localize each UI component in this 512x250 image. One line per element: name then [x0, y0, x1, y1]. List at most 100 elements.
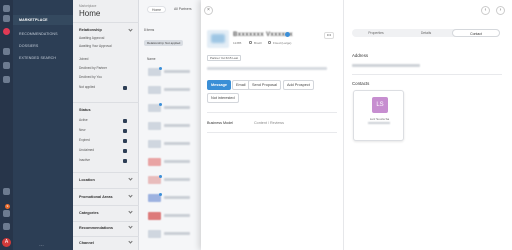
- menu-icon[interactable]: [3, 5, 10, 12]
- filter-section-categories[interactable]: Categories: [79, 211, 99, 215]
- filter-option[interactable]: Awaiting Approval: [79, 36, 123, 41]
- logo-icon[interactable]: [3, 28, 10, 35]
- filter-section-recommendations[interactable]: Recommendations: [79, 226, 113, 230]
- filter-option[interactable]: Unclaimed: [79, 148, 123, 153]
- checkbox-checked[interactable]: [123, 129, 127, 133]
- contact-card[interactable]: LS Luiz Souza Sa: [353, 90, 404, 141]
- breadcrumb[interactable]: Marketplace: [79, 4, 96, 8]
- user-avatar[interactable]: A: [2, 238, 11, 247]
- list-item[interactable]: [144, 190, 199, 206]
- filter-option[interactable]: Declined by You: [79, 75, 123, 80]
- filter-option[interactable]: Joined: [79, 57, 123, 62]
- list-item[interactable]: [144, 82, 199, 98]
- more-options-button[interactable]: •••: [324, 32, 334, 39]
- settings-icon[interactable]: [3, 223, 10, 230]
- filter-section-location[interactable]: Location: [79, 178, 95, 182]
- contact-avatar: LS: [372, 97, 388, 113]
- flag-icon: [249, 41, 252, 44]
- chevron-left-icon[interactable]: ‹: [481, 6, 490, 15]
- send-proposal-button[interactable]: Send Proposal: [248, 80, 281, 90]
- active-filter-chip[interactable]: Relationship: Not applied: [144, 40, 184, 46]
- filter-section-channel[interactable]: Channel: [79, 241, 94, 245]
- nav-item-recommendations[interactable]: RECOMMENDATIONS: [19, 32, 58, 36]
- chevron-up-icon[interactable]: [128, 27, 133, 32]
- chevron-down-icon[interactable]: [128, 176, 133, 181]
- help-icon[interactable]: [3, 188, 10, 195]
- list-item[interactable]: [144, 100, 199, 116]
- filter-option[interactable]: Awaiting Your Approval: [79, 44, 123, 49]
- checkbox-checked[interactable]: [123, 149, 127, 153]
- app-icon-rail: 9 A: [0, 0, 13, 250]
- email-button[interactable]: Email: [232, 80, 250, 90]
- chevron-down-icon[interactable]: [128, 239, 133, 244]
- contacts-label: Contacts: [352, 81, 370, 86]
- divider: [73, 22, 139, 23]
- business-model-value: Content / Reviews: [254, 121, 284, 125]
- address-value: [352, 64, 420, 67]
- bell-icon[interactable]: [3, 210, 10, 217]
- list-item[interactable]: [144, 154, 199, 170]
- nav-item-dossiers[interactable]: DOSSIERS: [19, 44, 38, 48]
- filter-option[interactable]: Active: [79, 118, 123, 123]
- address-label: Address: [352, 53, 369, 58]
- close-icon[interactable]: ×: [204, 6, 213, 15]
- divider: [73, 205, 139, 206]
- partner-description: [207, 67, 327, 70]
- tab-all-partners[interactable]: All Partners: [170, 6, 196, 13]
- tab-home[interactable]: Home: [147, 6, 167, 13]
- divider: [73, 102, 139, 103]
- column-header-name[interactable]: Name: [147, 57, 156, 61]
- message-button[interactable]: Message: [207, 80, 232, 90]
- size-icon: [268, 41, 271, 44]
- checkbox-checked[interactable]: [123, 159, 127, 163]
- divider: [352, 74, 502, 75]
- tab-contact[interactable]: Contact: [452, 29, 500, 37]
- list-item[interactable]: [144, 208, 199, 224]
- filter-section-status[interactable]: Status: [79, 108, 91, 112]
- list-item[interactable]: [144, 226, 199, 242]
- chart-icon[interactable]: [3, 48, 10, 55]
- filter-section-promotional-areas[interactable]: Promotional Areas: [79, 195, 113, 199]
- filter-panel: Marketplace Home Relationship Awaiting A…: [73, 0, 139, 250]
- divider: [207, 132, 337, 133]
- chevron-right-icon[interactable]: ›: [496, 6, 505, 15]
- divider: [343, 0, 344, 250]
- marketplace-icon[interactable]: [3, 15, 10, 22]
- checkbox-checked[interactable]: [123, 119, 127, 123]
- nav-item-extended-search[interactable]: EXTENDED SEARCH: [19, 56, 56, 60]
- partner-detail-panel: × ‹ › Bxxxxxxx Vxxxxxx 11385 Brazil Fixe…: [201, 0, 512, 250]
- verified-icon: [285, 32, 290, 37]
- main-nav: MARKETPLACE RECOMMENDATIONS DOSSIERS EXT…: [13, 0, 73, 250]
- users-icon[interactable]: [3, 76, 10, 83]
- partner-tag: Partner Yet 6/15 Last: [207, 55, 242, 61]
- partner-list-panel: Home All Partners 8 items Relationship: …: [139, 0, 201, 250]
- detail-tabs: Properties Details Contact: [352, 29, 500, 37]
- chevron-down-icon[interactable]: [128, 193, 133, 198]
- business-model-label: Business Model: [207, 121, 234, 125]
- checkbox-checked[interactable]: [123, 139, 127, 143]
- partner-name: Bxxxxxxx Vxxxxxx: [233, 31, 293, 38]
- filter-option[interactable]: Expired: [79, 138, 123, 143]
- chevron-down-icon[interactable]: [128, 209, 133, 214]
- filter-option[interactable]: New: [79, 128, 123, 133]
- list-item[interactable]: [144, 136, 199, 152]
- divider: [207, 112, 337, 113]
- filter-option[interactable]: Declined by Partner: [79, 66, 123, 71]
- add-prospect-button[interactable]: Add Prospect: [283, 80, 314, 90]
- chevron-down-icon[interactable]: [128, 224, 133, 229]
- notification-badge: 9: [5, 204, 10, 209]
- list-item[interactable]: [144, 172, 199, 188]
- checkbox-checked[interactable]: [123, 86, 127, 90]
- document-icon[interactable]: [3, 62, 10, 69]
- not-interested-button[interactable]: Not interested: [207, 93, 239, 103]
- list-item[interactable]: [144, 64, 199, 80]
- list-item[interactable]: [144, 118, 199, 134]
- nav-more-icon[interactable]: …: [39, 242, 44, 248]
- partner-id: 11385: [233, 41, 242, 45]
- filter-option[interactable]: Inactive: [79, 158, 123, 163]
- tab-properties[interactable]: Properties: [352, 29, 400, 37]
- tab-details[interactable]: Details: [402, 29, 450, 37]
- filter-option[interactable]: Not applied: [79, 85, 123, 90]
- filter-section-relationship[interactable]: Relationship: [79, 28, 102, 32]
- nav-item-marketplace[interactable]: MARKETPLACE: [19, 18, 48, 22]
